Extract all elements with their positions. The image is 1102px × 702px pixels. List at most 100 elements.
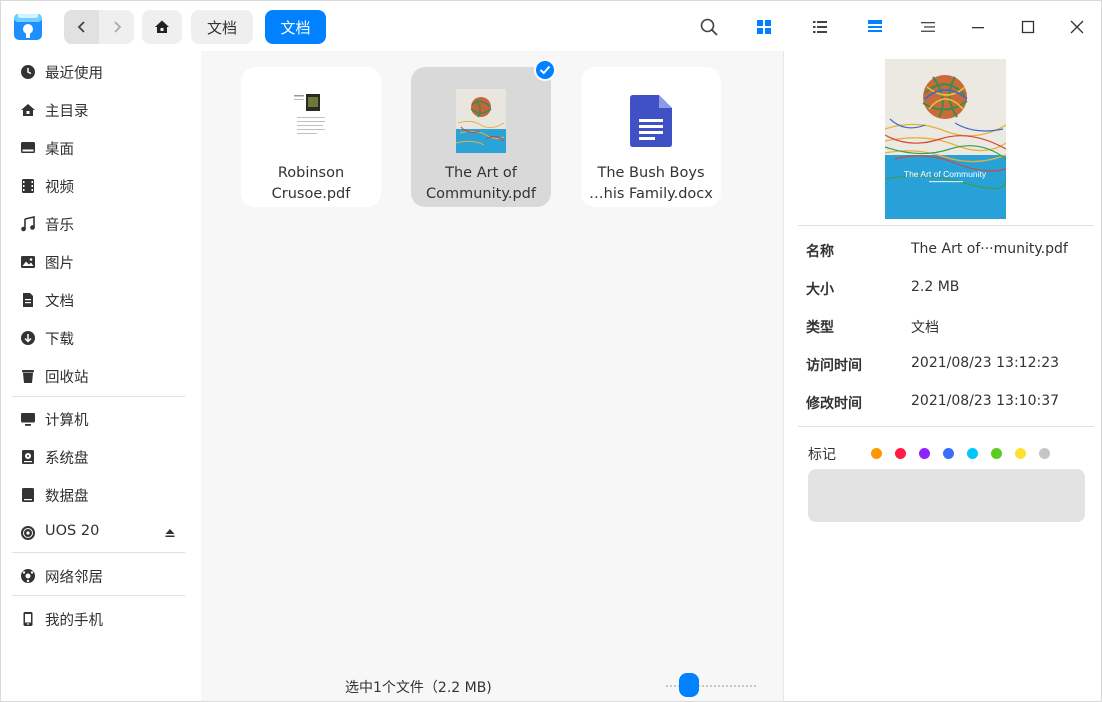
breadcrumb-item-current[interactable]: 文档 [265,10,326,44]
sidebar-item-pictures[interactable]: 图片 [1,243,201,279]
chevron-right-icon [113,21,121,33]
detail-view-button[interactable] [863,15,887,39]
forward-button[interactable] [99,10,134,44]
sidebar-item-label: 视频 [45,180,74,196]
minimize-button[interactable] [966,15,990,39]
menu-button[interactable] [916,15,940,39]
tag-label: 标记 [808,447,836,463]
detail-panel: The Art of Community 名称 The Art of···mun… [783,51,1101,701]
sidebar-item-system-disk[interactable]: 系统盘 [1,438,201,474]
sidebar-item-label: 计算机 [45,413,89,429]
computer-icon [21,413,35,426]
file-name-line: Crusoe.pdf [271,186,351,202]
detail-value: 2.2 MB [911,279,960,295]
sidebar-item-documents[interactable]: 文档 [1,281,201,317]
detail-divider [798,225,1094,226]
home-button[interactable] [142,10,182,44]
icon-view-button[interactable] [752,15,776,39]
file-name-line: The Bush Boys [597,165,705,181]
sidebar-item-label: 网络邻居 [45,570,103,586]
sidebar-item-phone[interactable]: 我的手机 [1,600,201,636]
detail-row-size: 大小 2.2 MB [784,270,1102,308]
desktop-icon [21,142,35,153]
file-item-selected[interactable]: The Art of Community.pdf [411,67,551,207]
detail-divider [798,426,1094,427]
list-view-button[interactable] [808,15,832,39]
pdf-thumbnail-icon [291,89,331,147]
tag-color-yellow[interactable] [1015,448,1026,459]
sidebar-item-label: 下载 [45,332,74,348]
docx-file-icon [630,95,672,147]
zoom-slider-handle[interactable] [679,673,699,697]
sidebar-item-computer[interactable]: 计算机 [1,400,201,436]
sidebar-item-music[interactable]: 音乐 [1,205,201,241]
tag-color-cyan[interactable] [967,448,978,459]
tag-color-purple[interactable] [919,448,930,459]
trash-icon [22,370,34,383]
detail-key: 访问时间 [806,358,862,374]
file-item[interactable]: Robinson Crusoe.pdf [241,67,381,207]
detail-key: 修改时间 [806,396,862,412]
tag-color-blue[interactable] [943,448,954,459]
breadcrumb-item[interactable]: 文档 [191,10,253,44]
tag-input[interactable] [808,469,1085,522]
tag-color-red[interactable] [895,448,906,459]
file-name-line: The Art of [445,165,517,181]
sidebar-item-label: 系统盘 [45,451,89,467]
detail-value: 文档 [911,320,939,336]
preview-cover-title: The Art of Community [904,169,987,179]
sidebar-divider [12,595,185,596]
chevron-left-icon [77,21,85,33]
sidebar-item-trash[interactable]: 回收站 [1,357,201,393]
sidebar-item-label: 最近使用 [45,66,103,82]
sidebar-item-network[interactable]: 网络邻居 [1,557,201,593]
status-text: 选中1个文件（2.2 MB) [345,680,492,696]
sidebar-item-recent[interactable]: 最近使用 [1,53,201,89]
icon-view-icon [757,20,771,34]
file-name: Robinson Crusoe.pdf [241,163,381,205]
close-icon [1070,20,1084,34]
home-icon [155,20,169,33]
sidebar-item-home[interactable]: 主目录 [1,91,201,127]
network-icon [21,569,35,583]
eject-icon[interactable] [165,528,175,538]
sidebar-item-desktop[interactable]: 桌面 [1,129,201,165]
sidebar-item-label: 桌面 [45,142,74,158]
maximize-button[interactable] [1016,15,1040,39]
tag-color-orange[interactable] [871,448,882,459]
sidebar-item-label: 主目录 [45,104,89,120]
sidebar-item-uos[interactable]: UOS 20 [1,514,201,550]
nav-buttons [64,10,134,44]
detail-key: 名称 [806,244,834,260]
disc-icon [21,526,35,540]
file-name-line: …his Family.docx [589,186,713,202]
sidebar: 最近使用 主目录 桌面 视频 音乐 图片 文档 下载 回收站 计算机 系统盘 数… [1,51,201,701]
file-name: The Art of Community.pdf [411,163,551,205]
sidebar-item-data-disk[interactable]: 数据盘 [1,476,201,512]
app-logo-icon [14,12,42,40]
file-grid[interactable]: Robinson Crusoe.pdf The Art of Community.p… [201,51,783,701]
back-button[interactable] [64,10,99,44]
recent-icon [21,65,35,79]
system-disk-icon [22,450,34,464]
sidebar-item-video[interactable]: 视频 [1,167,201,203]
search-button[interactable] [697,15,721,39]
music-icon [21,216,35,232]
detail-row-accessed: 访问时间 2021/08/23 13:12:23 [784,346,1102,384]
close-button[interactable] [1065,15,1089,39]
picture-icon [21,256,35,268]
maximize-icon [1021,20,1035,34]
sidebar-item-downloads[interactable]: 下载 [1,319,201,355]
document-icon [23,293,33,307]
sidebar-item-label: 我的手机 [45,613,103,629]
file-name: The Bush Boys …his Family.docx [581,163,721,205]
detail-key: 类型 [806,320,834,336]
tag-color-gray[interactable] [1039,448,1050,459]
data-disk-icon [22,488,34,502]
detail-row-modified: 修改时间 2021/08/23 13:10:37 [784,384,1102,422]
file-item[interactable]: The Bush Boys …his Family.docx [581,67,721,207]
minimize-icon [972,27,984,29]
home-icon [21,104,35,116]
tag-color-green[interactable] [991,448,1002,459]
list-view-icon [813,21,827,33]
